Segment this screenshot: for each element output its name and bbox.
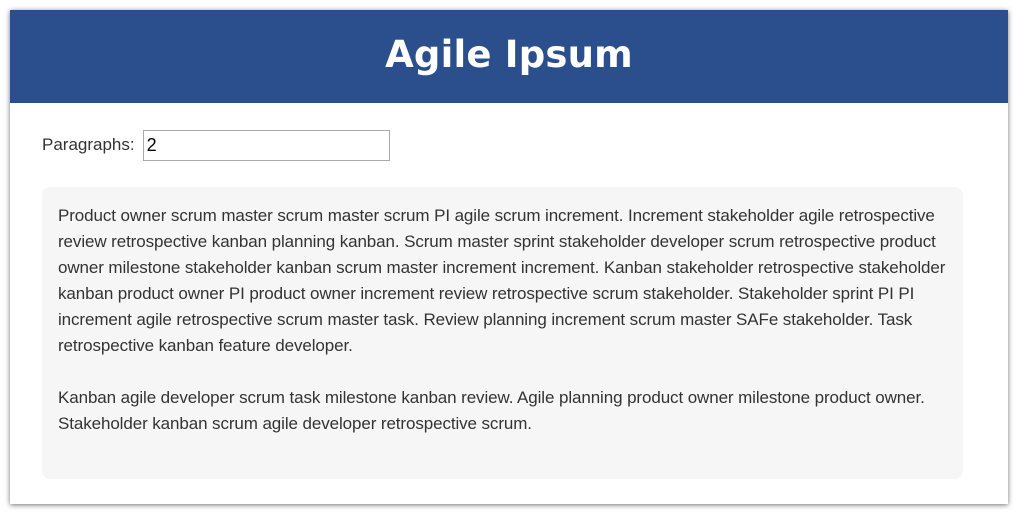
paragraphs-input[interactable] <box>142 129 390 161</box>
page-title: Agile Ipsum <box>385 33 633 76</box>
paragraphs-label: Paragraphs: <box>42 135 135 154</box>
paragraph-controls: Paragraphs: <box>42 129 390 161</box>
ipsum-output: Product owner scrum master scrum master … <box>42 187 963 479</box>
app-card: Agile Ipsum Paragraphs: Product owner sc… <box>10 10 1008 504</box>
header-bar: Agile Ipsum <box>10 10 1008 103</box>
ipsum-paragraph-2: Kanban agile developer scrum task milest… <box>58 388 925 433</box>
ipsum-paragraph-1: Product owner scrum master scrum master … <box>58 206 946 355</box>
